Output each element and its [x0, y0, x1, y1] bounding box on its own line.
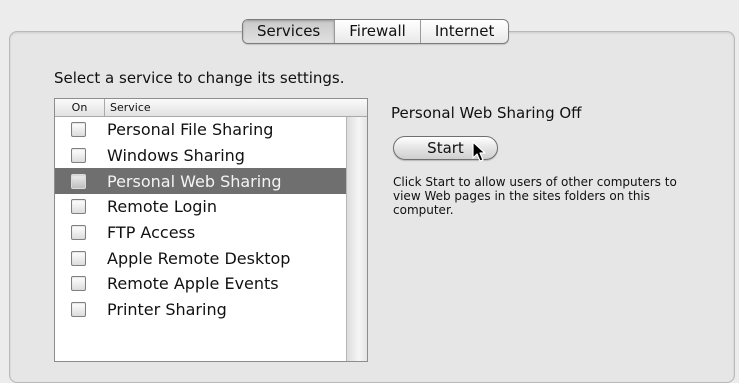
service-label: Printer Sharing — [107, 300, 227, 320]
list-item[interactable]: Printer Sharing — [55, 297, 346, 323]
list-item[interactable]: FTP Access — [55, 220, 346, 246]
service-label: Windows Sharing — [107, 146, 245, 166]
service-label: Apple Remote Desktop — [107, 248, 291, 268]
service-list[interactable]: On Service Personal File Sharing Windows… — [54, 98, 368, 362]
list-item[interactable]: Apple Remote Desktop — [55, 245, 346, 271]
service-label: Remote Apple Events — [107, 274, 279, 294]
header-service[interactable]: Service — [105, 99, 151, 116]
service-checkbox[interactable] — [71, 225, 86, 241]
header-on[interactable]: On — [55, 99, 105, 116]
service-description: Click Start to allow users of other comp… — [393, 175, 677, 217]
list-item[interactable]: Windows Sharing — [55, 143, 346, 169]
service-checkbox[interactable] — [71, 276, 86, 292]
vertical-scrollbar[interactable] — [346, 117, 367, 361]
service-checkbox[interactable] — [71, 302, 86, 318]
list-item[interactable]: Remote Apple Events — [55, 271, 346, 297]
tab-bar: Services Firewall Internet — [242, 19, 510, 44]
service-checkbox[interactable] — [71, 199, 86, 215]
service-checkbox[interactable] — [71, 122, 86, 138]
list-header: On Service — [55, 99, 367, 117]
list-item[interactable]: Remote Login — [55, 194, 346, 220]
service-checkbox[interactable] — [71, 173, 86, 189]
list-item[interactable]: Personal File Sharing — [55, 117, 346, 143]
tab-services[interactable]: Services — [243, 20, 336, 43]
instruction-text: Select a service to change its settings. — [54, 69, 345, 87]
tab-internet[interactable]: Internet — [421, 20, 509, 43]
tab-firewall[interactable]: Firewall — [335, 20, 421, 43]
arrow-cursor-icon — [472, 141, 486, 162]
service-label: Remote Login — [107, 197, 217, 217]
list-item-selected[interactable]: Personal Web Sharing — [55, 168, 346, 195]
service-checkbox[interactable] — [71, 148, 86, 164]
service-label: Personal File Sharing — [107, 120, 274, 140]
service-label: Personal Web Sharing — [107, 171, 282, 191]
service-status: Personal Web Sharing Off — [391, 104, 582, 122]
service-rows: Personal File Sharing Windows Sharing Pe… — [55, 117, 346, 323]
service-label: FTP Access — [107, 223, 196, 243]
service-checkbox[interactable] — [71, 250, 86, 266]
